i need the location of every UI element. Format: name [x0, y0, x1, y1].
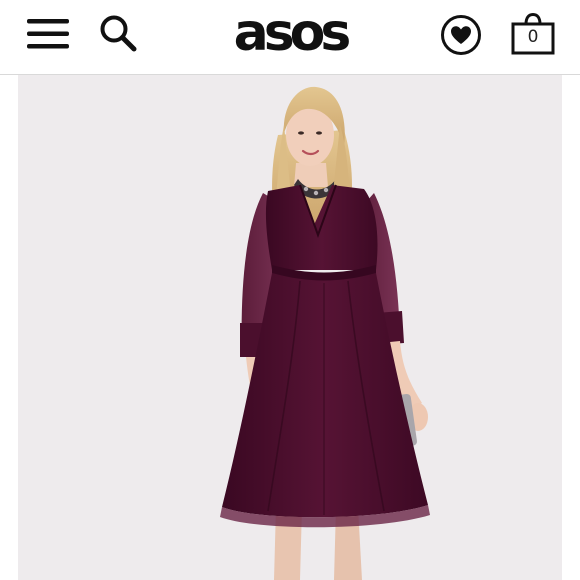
top-header: asos 0: [0, 0, 580, 75]
app-screen: asos 0: [0, 0, 580, 580]
search-icon: [100, 15, 137, 52]
product-image-area: [0, 75, 580, 580]
shopping-bag-button[interactable]: 0: [510, 10, 556, 56]
model-wearing-dress-image: [18, 75, 562, 580]
search-button[interactable]: [98, 13, 138, 53]
heart-icon: [441, 15, 481, 55]
asos-logo[interactable]: asos: [218, 3, 362, 63]
product-photo[interactable]: [18, 75, 562, 580]
saved-items-button[interactable]: [440, 14, 482, 56]
hamburger-menu-icon: [27, 19, 69, 49]
bag-count: 0: [527, 27, 539, 47]
logo-text: asos: [234, 10, 350, 58]
menu-button[interactable]: [26, 16, 70, 52]
